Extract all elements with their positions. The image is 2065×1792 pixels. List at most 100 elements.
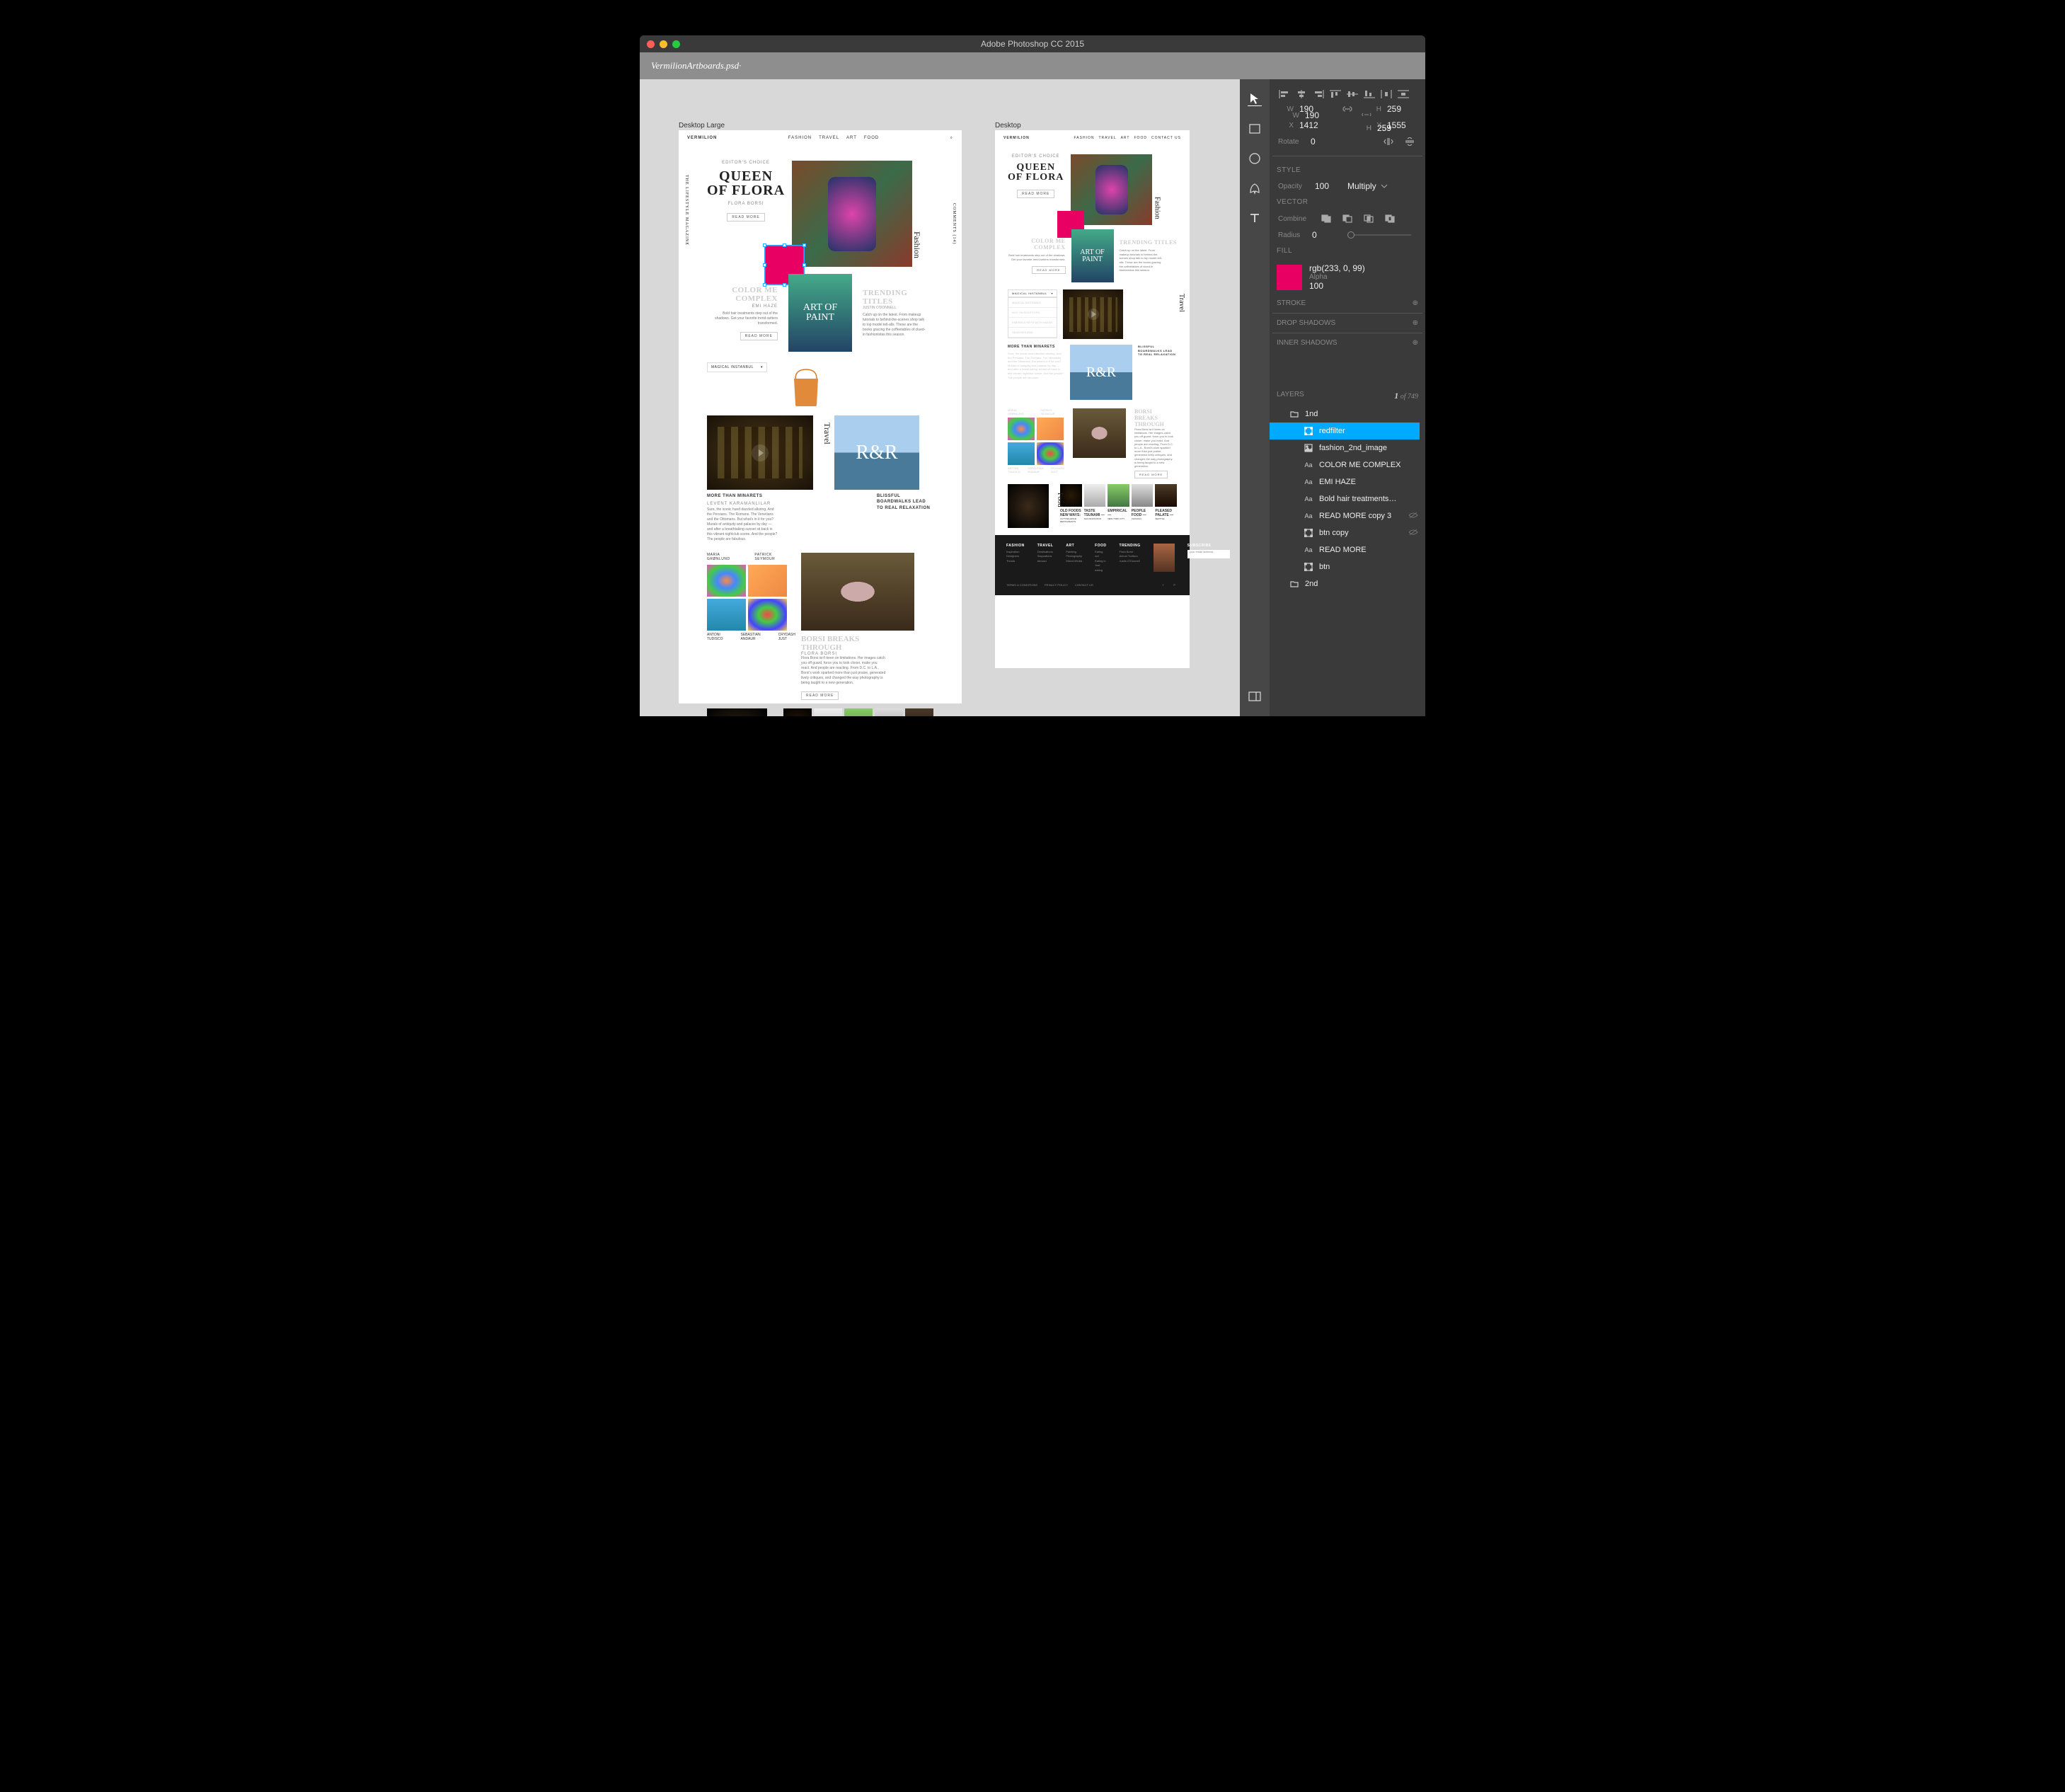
text-icon: Aa (1304, 495, 1313, 502)
fill-color-swatch[interactable] (1277, 265, 1302, 290)
layer-bold-hair[interactable]: Aa Bold hair treatments… (1270, 490, 1425, 507)
distribute-h-button[interactable] (1379, 88, 1394, 100)
artboard-desktop-large[interactable]: VERMILION FASHION TRAVEL ART FOOD ⌕ THE … (679, 130, 962, 703)
layer-btn[interactable]: btn (1270, 558, 1425, 575)
folder-icon (1289, 580, 1299, 588)
link-dimensions-icon[interactable] (1340, 103, 1354, 115)
resize-handle-bottom-left[interactable] (763, 283, 766, 287)
layer-group-1nd[interactable]: 1nd (1270, 406, 1425, 423)
image-icon (1304, 444, 1313, 452)
fill-section-label: FILL (1270, 243, 1425, 259)
search-icon: ⌕ (950, 136, 953, 141)
folder-icon (1289, 410, 1299, 418)
app-window: Adobe Photoshop CC 2015 VermilionArtboar… (640, 35, 1425, 716)
radius-input[interactable]: 0 (1312, 230, 1326, 240)
vector-section-label: VECTOR (1270, 194, 1425, 210)
resize-handle-bottom-center[interactable] (783, 283, 786, 287)
read-more-button: READ MORE (727, 213, 764, 222)
maximize-window-button[interactable] (672, 40, 680, 48)
align-bottom-button[interactable] (1362, 88, 1377, 100)
text-icon: Aa (1304, 546, 1313, 553)
style-section-label: STYLE (1270, 162, 1425, 178)
layers-section-label: LAYERS (1277, 391, 1304, 401)
radius-slider[interactable] (1347, 234, 1411, 236)
layer-read-more-copy-3[interactable]: Aa READ MORE copy 3 (1270, 507, 1425, 524)
combine-union-icon[interactable] (1319, 213, 1333, 224)
layer-btn-copy[interactable]: btn copy (1270, 524, 1425, 541)
align-right-button[interactable] (1311, 88, 1326, 100)
combine-exclude-icon[interactable] (1383, 213, 1397, 224)
layer-group-2nd[interactable]: 2nd (1270, 575, 1425, 592)
fill-alpha-input[interactable]: 100 (1309, 281, 1365, 291)
text-icon: Aa (1304, 512, 1313, 519)
resize-handle-top-left[interactable] (763, 243, 766, 247)
resize-handle-center-right[interactable] (803, 263, 806, 267)
move-tool[interactable] (1248, 92, 1262, 106)
close-window-button[interactable] (647, 40, 655, 48)
distribute-v-button[interactable] (1396, 88, 1411, 100)
add-drop-shadow-button[interactable]: ⊕ (1413, 319, 1418, 327)
fill-color-value[interactable]: rgb(233, 0, 99) (1309, 263, 1365, 273)
lake-image: R&R (834, 415, 919, 490)
brand-logo: VERMILION (687, 136, 717, 141)
resize-handle-center-left[interactable] (763, 263, 766, 267)
travel-dropdown: MAGICAL INSTANBUL▾ (707, 362, 767, 372)
subscribe-email-input: your email address (1187, 550, 1230, 558)
resize-handle-top-center[interactable] (783, 243, 786, 247)
toolbar (1240, 79, 1270, 716)
inspector-panel: W 190 H 259 H 259 .prop-grid.fix{grid-te… (1270, 79, 1425, 716)
blend-mode-dropdown[interactable]: Multiply (1347, 181, 1388, 191)
text-icon: Aa (1304, 478, 1313, 486)
align-left-button[interactable] (1277, 88, 1292, 100)
shape-icon (1304, 563, 1313, 571)
ellipse-tool[interactable] (1248, 151, 1262, 166)
width-input[interactable]: 190 (1299, 104, 1335, 114)
y-input[interactable]: 1555 (1387, 120, 1422, 130)
play-icon (752, 444, 769, 461)
combine-intersect-icon[interactable] (1362, 213, 1376, 224)
align-top-button[interactable] (1328, 88, 1343, 100)
hero-image: Fashion (792, 161, 912, 267)
document-tab[interactable]: VermilionArtboards.psd· (651, 60, 741, 71)
shape-icon (1304, 529, 1313, 537)
stroke-section-label: STROKE (1277, 299, 1306, 307)
opacity-input[interactable]: 100 (1315, 181, 1340, 191)
visibility-hidden-icon[interactable] (1408, 512, 1418, 521)
rectangle-tool[interactable] (1248, 122, 1262, 136)
layer-count: 1 of 749 (1394, 391, 1418, 401)
x-input[interactable]: 1412 (1299, 120, 1335, 130)
layer-read-more[interactable]: Aa READ MORE (1270, 541, 1425, 558)
resize-handle-top-right[interactable] (803, 243, 806, 247)
layer-emi-haze[interactable]: Aa EMI HAZE (1270, 473, 1425, 490)
layer-redfilter[interactable]: redfilter (1270, 423, 1420, 440)
rotate-input[interactable]: 0 (1311, 137, 1339, 147)
text-tool[interactable] (1248, 211, 1262, 225)
document-tab-bar: VermilionArtboards.psd· (640, 52, 1425, 79)
visibility-hidden-icon[interactable] (1408, 529, 1418, 538)
add-stroke-button[interactable]: ⊕ (1413, 299, 1418, 307)
artboard-desktop[interactable]: VERMILION FASHIONTRAVEL ARTFOOD CONTACT … (995, 130, 1190, 668)
travel-video (707, 415, 813, 490)
bag-image (778, 362, 834, 412)
panels-toggle-icon[interactable] (1248, 689, 1262, 703)
inner-shadows-section-label: INNER SHADOWS (1277, 339, 1338, 347)
height-input[interactable]: 259 (1387, 104, 1422, 114)
drop-shadows-section-label: DROP SHADOWS (1277, 319, 1335, 327)
layer-fashion-2nd-image[interactable]: fashion_2nd_image (1270, 440, 1425, 456)
align-center-h-button[interactable] (1294, 88, 1309, 100)
artboard-label-large[interactable]: Desktop Large (679, 122, 725, 130)
layer-color-me-complex[interactable]: Aa COLOR ME COMPLEX (1270, 456, 1425, 473)
layer-list: 1nd redfilter fashion_2nd_image Aa COLOR… (1270, 406, 1425, 592)
flip-v-icon[interactable] (1403, 136, 1417, 147)
text-icon: Aa (1304, 461, 1313, 469)
pen-tool[interactable] (1248, 181, 1262, 195)
app-title: Adobe Photoshop CC 2015 (640, 39, 1425, 49)
artboard-label-desktop[interactable]: Desktop (995, 122, 1021, 130)
add-inner-shadow-button[interactable]: ⊕ (1413, 339, 1418, 347)
flip-h-icon[interactable] (1381, 136, 1396, 147)
minimize-window-button[interactable] (660, 40, 667, 48)
canvas-area[interactable]: Desktop Large VERMILION FASHION TRAVEL A… (640, 79, 1240, 716)
combine-subtract-icon[interactable] (1340, 213, 1354, 224)
align-center-v-button[interactable] (1345, 88, 1360, 100)
shape-icon (1304, 427, 1313, 435)
